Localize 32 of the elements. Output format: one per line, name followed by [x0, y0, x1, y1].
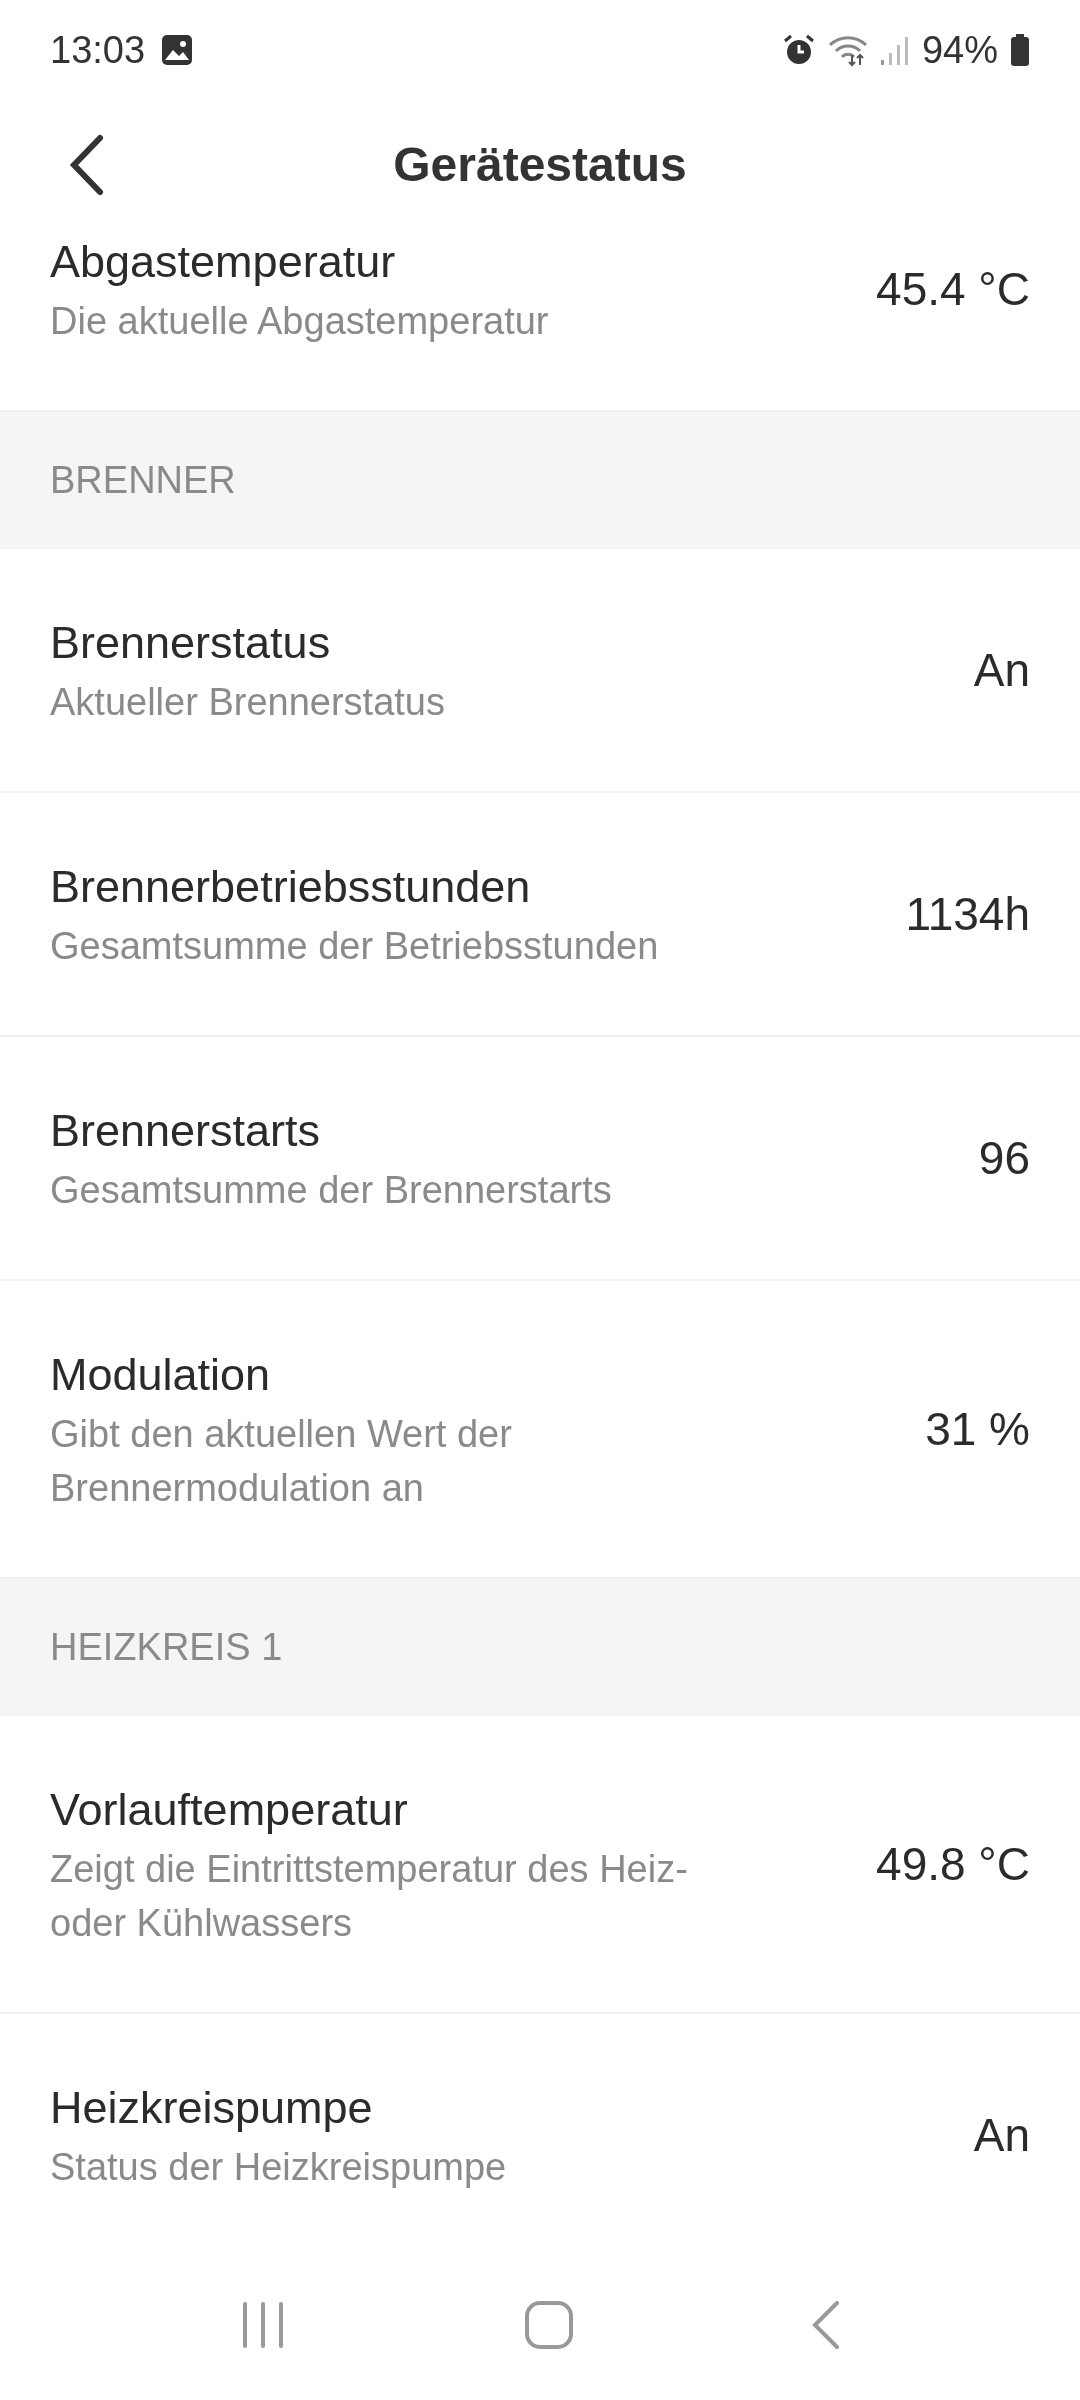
setting-description: Gibt den aktuellen Wert der Brennermodulation an	[50, 1412, 513, 1511]
setting-description: Zeigt die Eintrittstemperatur des Heiz- oder Kühlwassers	[50, 1847, 689, 1946]
setting-value: 31 %	[925, 1401, 1030, 1457]
image-icon	[161, 34, 194, 66]
setting-description: Gesamtsumme der Betriebsstunden	[50, 924, 660, 969]
battery-level: 94%	[921, 27, 998, 73]
setting-title: Vorlauftemperatur	[50, 1783, 409, 1837]
setting-value: An	[973, 642, 1030, 698]
setting-title: Abgastemperatur	[50, 235, 397, 289]
setting-value: 1134h	[905, 886, 1030, 942]
setting-title: Brennerstatus	[50, 616, 332, 670]
setting-value: An	[973, 2107, 1030, 2163]
battery-icon	[1010, 33, 1030, 67]
back-icon[interactable]	[811, 2301, 841, 2349]
setting-title: Modulation	[50, 1348, 272, 1402]
setting-description: Aktueller Brennerstatus	[50, 680, 446, 725]
wifi-icon	[827, 33, 868, 67]
status-time: 13:03	[50, 27, 146, 73]
setting-description: Gesamtsumme der Brennerstarts	[50, 1168, 613, 1213]
setting-description: Status der Heizkreispumpe	[50, 2145, 508, 2190]
setting-title: Brennerstarts	[50, 1104, 322, 1158]
setting-value: 49.8 °C	[876, 1836, 1030, 1892]
section-header: BRENNER	[50, 458, 236, 503]
setting-value: 45.4 °C	[876, 261, 1030, 317]
section-header: HEIZKREIS 1	[50, 1625, 283, 1670]
setting-title: Heizkreispumpe	[50, 2081, 374, 2135]
alarm-icon	[781, 33, 816, 67]
setting-value: 96	[978, 1130, 1030, 1186]
setting-title: Brennerbetriebsstunden	[50, 860, 532, 914]
home-icon[interactable]	[525, 2301, 573, 2349]
screen-title: Gerätestatus	[393, 137, 687, 193]
setting-description: Die aktuelle Abgastemperatur	[50, 299, 550, 344]
